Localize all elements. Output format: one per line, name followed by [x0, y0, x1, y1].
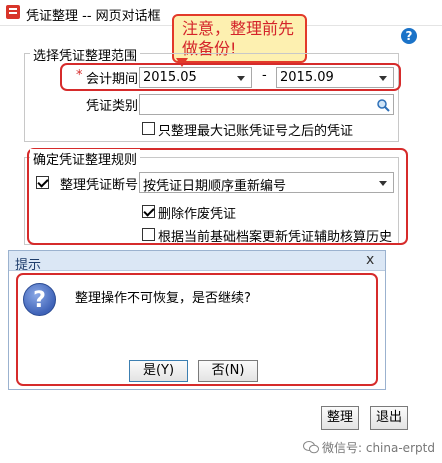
- voucher-type-input[interactable]: [139, 94, 394, 115]
- period-end-value: 2015.09: [280, 70, 334, 85]
- period-end-select[interactable]: 2015.09: [276, 67, 394, 88]
- period-start-value: 2015.05: [143, 70, 197, 85]
- period-separator: -: [262, 68, 267, 83]
- prompt-message: 整理操作不可恢复，是否继续?: [75, 291, 251, 306]
- close-icon[interactable]: x: [366, 252, 374, 268]
- prompt-dialog-title: 提示: [15, 258, 42, 273]
- window-title: 凭证整理 -- 网页对话框: [26, 9, 161, 24]
- renumber-method-select[interactable]: 按凭证日期顺序重新编号: [139, 172, 394, 194]
- range-group-legend: 选择凭证整理范围: [30, 45, 141, 64]
- voucher-type-label: 凭证类别: [86, 99, 139, 114]
- prompt-dialog-title-bar: 提示 x: [9, 251, 385, 273]
- only-after-max-label: 只整理最大记账凭证号之后的凭证: [158, 124, 354, 139]
- renumber-method-value: 按凭证日期顺序重新编号: [143, 179, 287, 194]
- chevron-down-icon: [237, 76, 245, 81]
- period-label: 会计期间: [86, 72, 139, 87]
- wechat-icon: [303, 441, 319, 454]
- required-mark: *: [76, 68, 83, 83]
- renumber-checkbox[interactable]: [36, 176, 49, 189]
- watermark-text: 微信号: china-erptd: [322, 441, 435, 455]
- question-mark-icon: ?: [23, 283, 56, 316]
- update-history-label: 根据当前基础档案更新凭证辅助核算历史: [158, 230, 393, 245]
- chevron-down-icon: [379, 181, 387, 186]
- search-icon[interactable]: [376, 98, 390, 112]
- app-icon: [6, 5, 20, 19]
- chevron-down-icon: [379, 76, 387, 81]
- renumber-label: 整理凭证断号: [60, 178, 139, 193]
- rules-group-legend: 确定凭证整理规则: [30, 149, 141, 168]
- delete-void-label: 删除作废凭证: [158, 207, 237, 222]
- exit-button[interactable]: 退出: [370, 406, 408, 430]
- delete-void-checkbox[interactable]: [142, 205, 155, 218]
- no-button[interactable]: 否(N): [198, 360, 258, 382]
- period-start-select[interactable]: 2015.05: [139, 67, 252, 88]
- only-after-max-checkbox[interactable]: [142, 122, 155, 135]
- question-icon[interactable]: ?: [401, 28, 417, 44]
- update-history-checkbox[interactable]: [142, 228, 155, 241]
- organize-button[interactable]: 整理: [321, 406, 359, 430]
- yes-button[interactable]: 是(Y): [129, 360, 188, 382]
- callout-line-1: 注意，整理前先: [182, 19, 295, 38]
